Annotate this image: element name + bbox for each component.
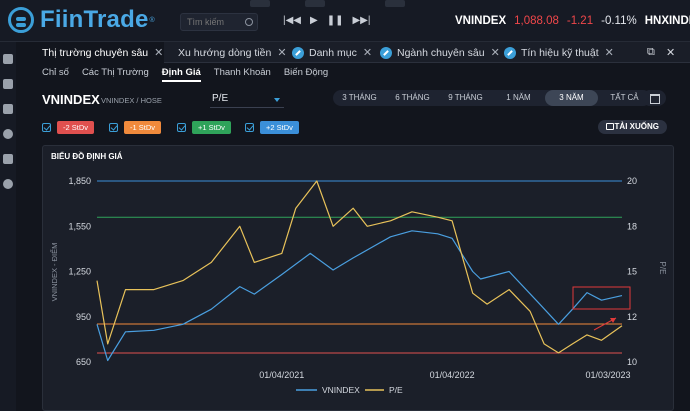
valuation-chart: 1,850 1,550 1,250 950 650 20 18 15 12 10 VNINDEX -… (50, 176, 667, 395)
y-axis-title-left: VNINDEX - ĐIỂM (50, 243, 59, 302)
pe-line (96, 180, 623, 354)
y-tick-left: 950 (76, 312, 91, 322)
y-tick-right: 12 (627, 312, 637, 322)
x-tick-label: 01/04/2021 (259, 370, 304, 380)
y-tick-right: 10 (627, 357, 637, 367)
x-tick-label: 01/04/2022 (430, 370, 475, 380)
y-tick-left: 1,850 (68, 176, 91, 186)
y-axis-title-right: P/E (658, 262, 667, 275)
y-tick-right: 15 (627, 267, 637, 277)
y-tick-left: 1,550 (68, 221, 91, 231)
y-tick-left: 1,250 (68, 267, 91, 277)
x-tick-label: 01/03/2023 (585, 370, 630, 380)
legend-label-vnindex: VNINDEX (322, 385, 360, 395)
legend-label-pe: P/E (389, 385, 403, 395)
y-tick-left: 650 (76, 357, 91, 367)
y-tick-right: 18 (627, 221, 637, 231)
y-tick-right: 20 (627, 176, 637, 186)
